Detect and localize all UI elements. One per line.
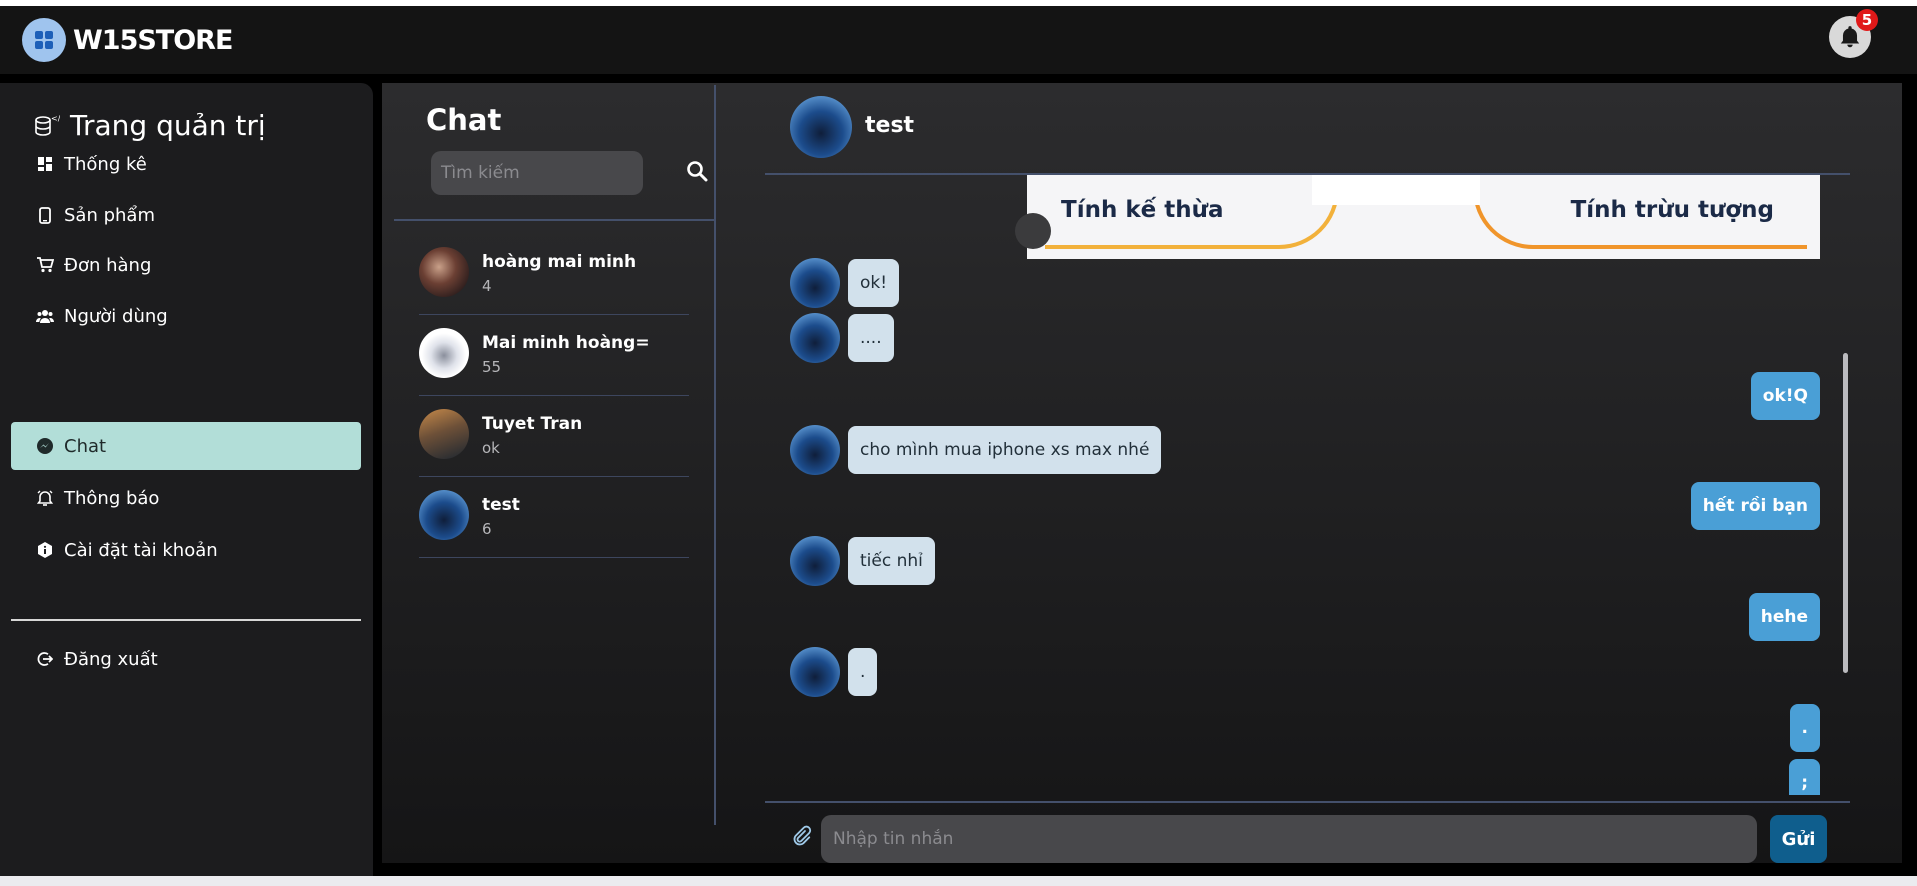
avatar [419,409,469,459]
sidebar-item-cai-dat-tai-khoan[interactable]: Cài đặt tài khoản [11,526,361,574]
messenger-icon [36,437,54,455]
sidebar-item-label: Sản phẩm [64,204,155,226]
brand-name: W15STORE [73,24,233,56]
avatar [419,328,469,378]
image-message[interactable]: Tính kế thừa Tính trừu tượng [1015,175,1820,259]
avatar [419,490,469,540]
contact-item[interactable]: hoàng mai minh 4 [419,234,689,315]
message-incoming: cho mình mua iphone xs max nhé [790,425,1162,475]
sidebar-item-thong-bao[interactable]: Thông báo [11,474,361,522]
sidebar-item-label: Đăng xuất [64,648,158,670]
main-panel: Chat Tìm kiếm hoàng mai minh 4 Mai minh … [382,83,1902,863]
chat-heading: Chat [426,103,502,137]
banner-gap [1312,175,1480,205]
contact-name: hoàng mai minh [482,252,637,272]
sidebar-item-label: Cài đặt tài khoản [64,539,218,561]
message-outgoing: ok!Q [1750,371,1820,421]
avatar [790,313,840,363]
message-incoming: ok! [790,258,900,308]
users-icon [36,307,54,325]
search-icon[interactable] [686,160,710,184]
cart-icon [36,256,54,274]
contact-preview: 6 [482,520,492,538]
sidebar-item-label: Thông báo [64,487,160,509]
message-bubble: ok!Q [1750,372,1820,420]
message-incoming: tiếc nhỉ [790,536,935,586]
sidebar-item-dang-xuat[interactable]: Đăng xuất [11,635,361,683]
contact-item[interactable]: test 6 [419,477,689,558]
chat-list-panel: Chat Tìm kiếm hoàng mai minh 4 Mai minh … [394,85,716,825]
avatar [790,258,840,308]
sidebar-title: </ Trang quản trị [34,109,266,142]
message-bubble: ; [1789,759,1820,795]
conversation-panel: test Tính kế thừa Tính trừu tượng ok! ..… [765,83,1887,863]
contact-preview: ok [482,439,500,457]
logout-icon [36,650,54,668]
sidebar-item-nguoi-dung[interactable]: Người dùng [11,292,361,340]
send-button[interactable]: Gửi [1770,815,1827,863]
image-label-left: Tính kế thừa [1061,197,1224,223]
sidebar-item-thong-ke[interactable]: Thống kê [11,140,361,188]
conversation-header: test [765,83,1850,175]
sidebar-item-chat[interactable]: Chat [11,422,361,470]
notification-badge: 5 [1856,9,1878,31]
search-input[interactable]: Tìm kiếm [431,151,643,195]
sidebar-item-label: Thống kê [64,153,147,175]
avatar [790,425,840,475]
message-incoming: . [790,647,878,697]
contact-name: test [482,495,520,515]
dashboard-icon [36,155,54,173]
sidebar-item-san-pham[interactable]: Sản phẩm [11,191,361,239]
contact-item[interactable]: Tuyet Tran ok [419,396,689,477]
chat-list-divider [394,219,714,221]
info-icon [36,541,54,559]
contact-name: Mai minh hoàng= [482,333,650,353]
phone-icon [36,206,54,224]
image-action-icon[interactable] [1015,213,1051,249]
database-icon: </ [35,114,60,136]
svg-text:</: </ [51,114,60,123]
avatar [790,96,852,158]
message-input-bar: Gửi [765,801,1850,865]
image-label-right: Tính trừu tượng [1570,197,1774,223]
top-bar: W15STORE 5 [0,0,1917,79]
conversation-name: test [865,113,915,138]
message-list[interactable]: Tính kế thừa Tính trừu tượng ok! .... ok… [765,175,1850,795]
avatar [790,536,840,586]
sidebar-item-don-hang[interactable]: Đơn hàng [11,241,361,289]
message-incoming: .... [790,313,894,363]
message-bubble: hehe [1748,593,1820,641]
avatar [419,247,469,297]
message-bubble: ok! [848,259,900,307]
message-outgoing: hehe [1748,592,1820,642]
message-bubble: hết rồi bạn [1690,482,1820,530]
message-outgoing: hết rồi bạn [1690,481,1820,531]
message-outgoing: . [1789,703,1820,753]
paperclip-icon[interactable] [791,825,815,849]
avatar [790,647,840,697]
sidebar-item-label: Người dùng [64,305,168,327]
contact-preview: 4 [482,277,492,295]
contact-item[interactable]: Mai minh hoàng= 55 [419,315,689,396]
sidebar-divider [11,619,361,621]
brand[interactable]: W15STORE [22,18,233,62]
message-bubble: tiếc nhỉ [848,537,935,585]
message-bubble: cho mình mua iphone xs max nhé [848,426,1162,474]
contact-name: Tuyet Tran [482,414,583,434]
contact-preview: 55 [482,358,502,376]
sidebar-item-label: Đơn hàng [64,254,152,276]
message-bubble: . [1789,704,1820,752]
message-bubble: .... [848,314,894,362]
sidebar-item-label: Chat [64,435,107,457]
message-scrollbar[interactable] [1843,353,1848,673]
alarm-icon [36,489,54,507]
grid-logo-icon [22,18,66,62]
sidebar: </ Trang quản trị Thống kê Sản phẩm Đơn … [0,83,373,876]
message-input[interactable] [821,815,1757,863]
message-bubble: . [848,648,878,696]
message-outgoing: ; [1789,758,1820,795]
